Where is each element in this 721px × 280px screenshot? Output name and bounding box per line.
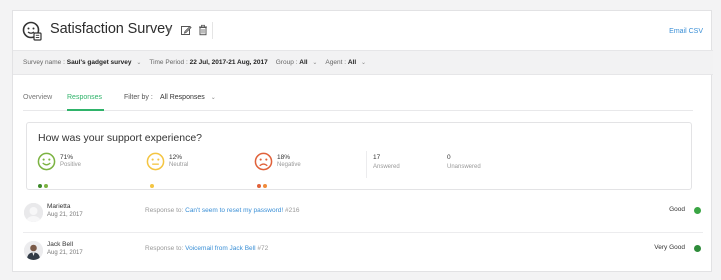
response-prefix: Response to: [145, 245, 184, 252]
rating-label: Very Good [654, 244, 685, 251]
negative-percent: 18% [277, 154, 291, 161]
chevron-down-icon: ⌄ [210, 95, 216, 101]
respondent-name: Jack Bell [47, 241, 74, 248]
neutral-face-icon [146, 152, 165, 171]
time-period-filter[interactable]: Time Period : 22 Jul, 2017-21 Aug, 2017 [149, 59, 267, 66]
chevron-down-icon: ⌄ [136, 60, 142, 66]
survey-header: Satisfaction Survey ▾ Email CSV [13, 11, 713, 51]
smile-icon [37, 152, 56, 171]
email-csv-link[interactable]: Email CSV [669, 28, 703, 35]
question-summary-card: How was your support experience? 71% Pos… [26, 122, 692, 190]
respondent-name: Marietta [47, 203, 71, 210]
positive-label: Positive [60, 162, 82, 168]
negative-dot [263, 184, 267, 188]
tab-overview[interactable]: Overview [23, 94, 52, 101]
filter-by-label: Filter by : [124, 94, 153, 101]
response-date: Aug 21, 2017 [47, 212, 83, 218]
question-text: How was your support experience? [38, 132, 203, 144]
ticket-id: #72 [257, 245, 269, 252]
response-row[interactable]: Jack Bell Aug 21, 2017 Response to: Voic… [23, 235, 703, 271]
response-prefix: Response to: [145, 207, 184, 214]
time-period-label: Time Period : [149, 59, 188, 66]
group-filter[interactable]: Group : All ⌄ [276, 59, 318, 66]
stats-divider [366, 151, 367, 178]
header-divider [212, 22, 213, 39]
rating-label: Good [669, 206, 685, 213]
response-reference: Response to: Voicemail from Jack Bell #7… [145, 245, 268, 252]
response-row[interactable]: Marietta Aug 21, 2017 Response to: Can't… [23, 197, 703, 233]
response-reference: Response to: Can't seem to reset my pass… [145, 207, 299, 214]
rating-status-dot [694, 207, 701, 214]
ticket-link[interactable]: Can't seem to reset my password! [185, 207, 283, 214]
positive-dot [44, 184, 48, 188]
neutral-dot [150, 184, 154, 188]
trash-icon[interactable] [197, 24, 209, 36]
answered-count: 17 Answered [373, 154, 400, 170]
answered-label: Answered [373, 164, 400, 170]
survey-filter-bar: Survey name : Saul's gadget survey ⌄ Tim… [13, 50, 713, 75]
agent-label: Agent : [325, 59, 347, 66]
frown-icon [254, 152, 273, 171]
survey-switcher-caret[interactable]: ▾ [167, 25, 172, 36]
response-date: Aug 21, 2017 [47, 250, 83, 256]
tab-responses[interactable]: Responses [67, 94, 102, 101]
ticket-link[interactable]: Voicemail from Jack Bell [185, 245, 255, 252]
chevron-down-icon: ⌄ [312, 60, 318, 66]
unanswered-count: 0 Unanswered [447, 154, 481, 170]
response-filter-value: All Responses [160, 94, 205, 101]
edit-icon[interactable] [180, 24, 192, 36]
survey-tabs: Overview Responses Filter by : All Respo… [23, 88, 693, 111]
ticket-id: #216 [285, 207, 300, 214]
positive-percent: 71% [60, 154, 74, 161]
survey-name-value: Saul's gadget survey [66, 59, 132, 66]
positive-dots [38, 175, 50, 188]
survey-name-label: Survey name : [23, 59, 65, 66]
neutral-label: Neutral [169, 162, 189, 168]
unanswered-number: 0 [447, 154, 451, 161]
group-value: All [299, 59, 308, 66]
avatar [24, 203, 43, 222]
answered-number: 17 [373, 154, 381, 161]
avatar [24, 241, 43, 260]
neutral-dots [147, 175, 156, 188]
negative-dots [255, 175, 269, 188]
time-period-value: 22 Jul, 2017-21 Aug, 2017 [189, 59, 268, 66]
agent-value: All [347, 59, 357, 66]
negative-label: Negative [277, 162, 301, 168]
group-label: Group : [275, 59, 298, 66]
rating-status-dot [694, 245, 701, 252]
unanswered-label: Unanswered [447, 164, 481, 170]
survey-panel: Satisfaction Survey ▾ Email CSV Survey n… [12, 10, 713, 272]
page-title: Satisfaction Survey [50, 21, 173, 37]
survey-face-icon [22, 21, 42, 41]
positive-dot [38, 184, 42, 188]
active-tab-indicator [67, 109, 104, 111]
survey-name-filter[interactable]: Survey name : Saul's gadget survey ⌄ [23, 59, 141, 66]
agent-filter[interactable]: Agent : All ⌄ [325, 59, 366, 66]
response-filter-dropdown[interactable]: All Responses ⌄ [160, 94, 216, 101]
negative-dot [257, 184, 261, 188]
neutral-percent: 12% [169, 154, 183, 161]
chevron-down-icon: ⌄ [360, 60, 366, 66]
